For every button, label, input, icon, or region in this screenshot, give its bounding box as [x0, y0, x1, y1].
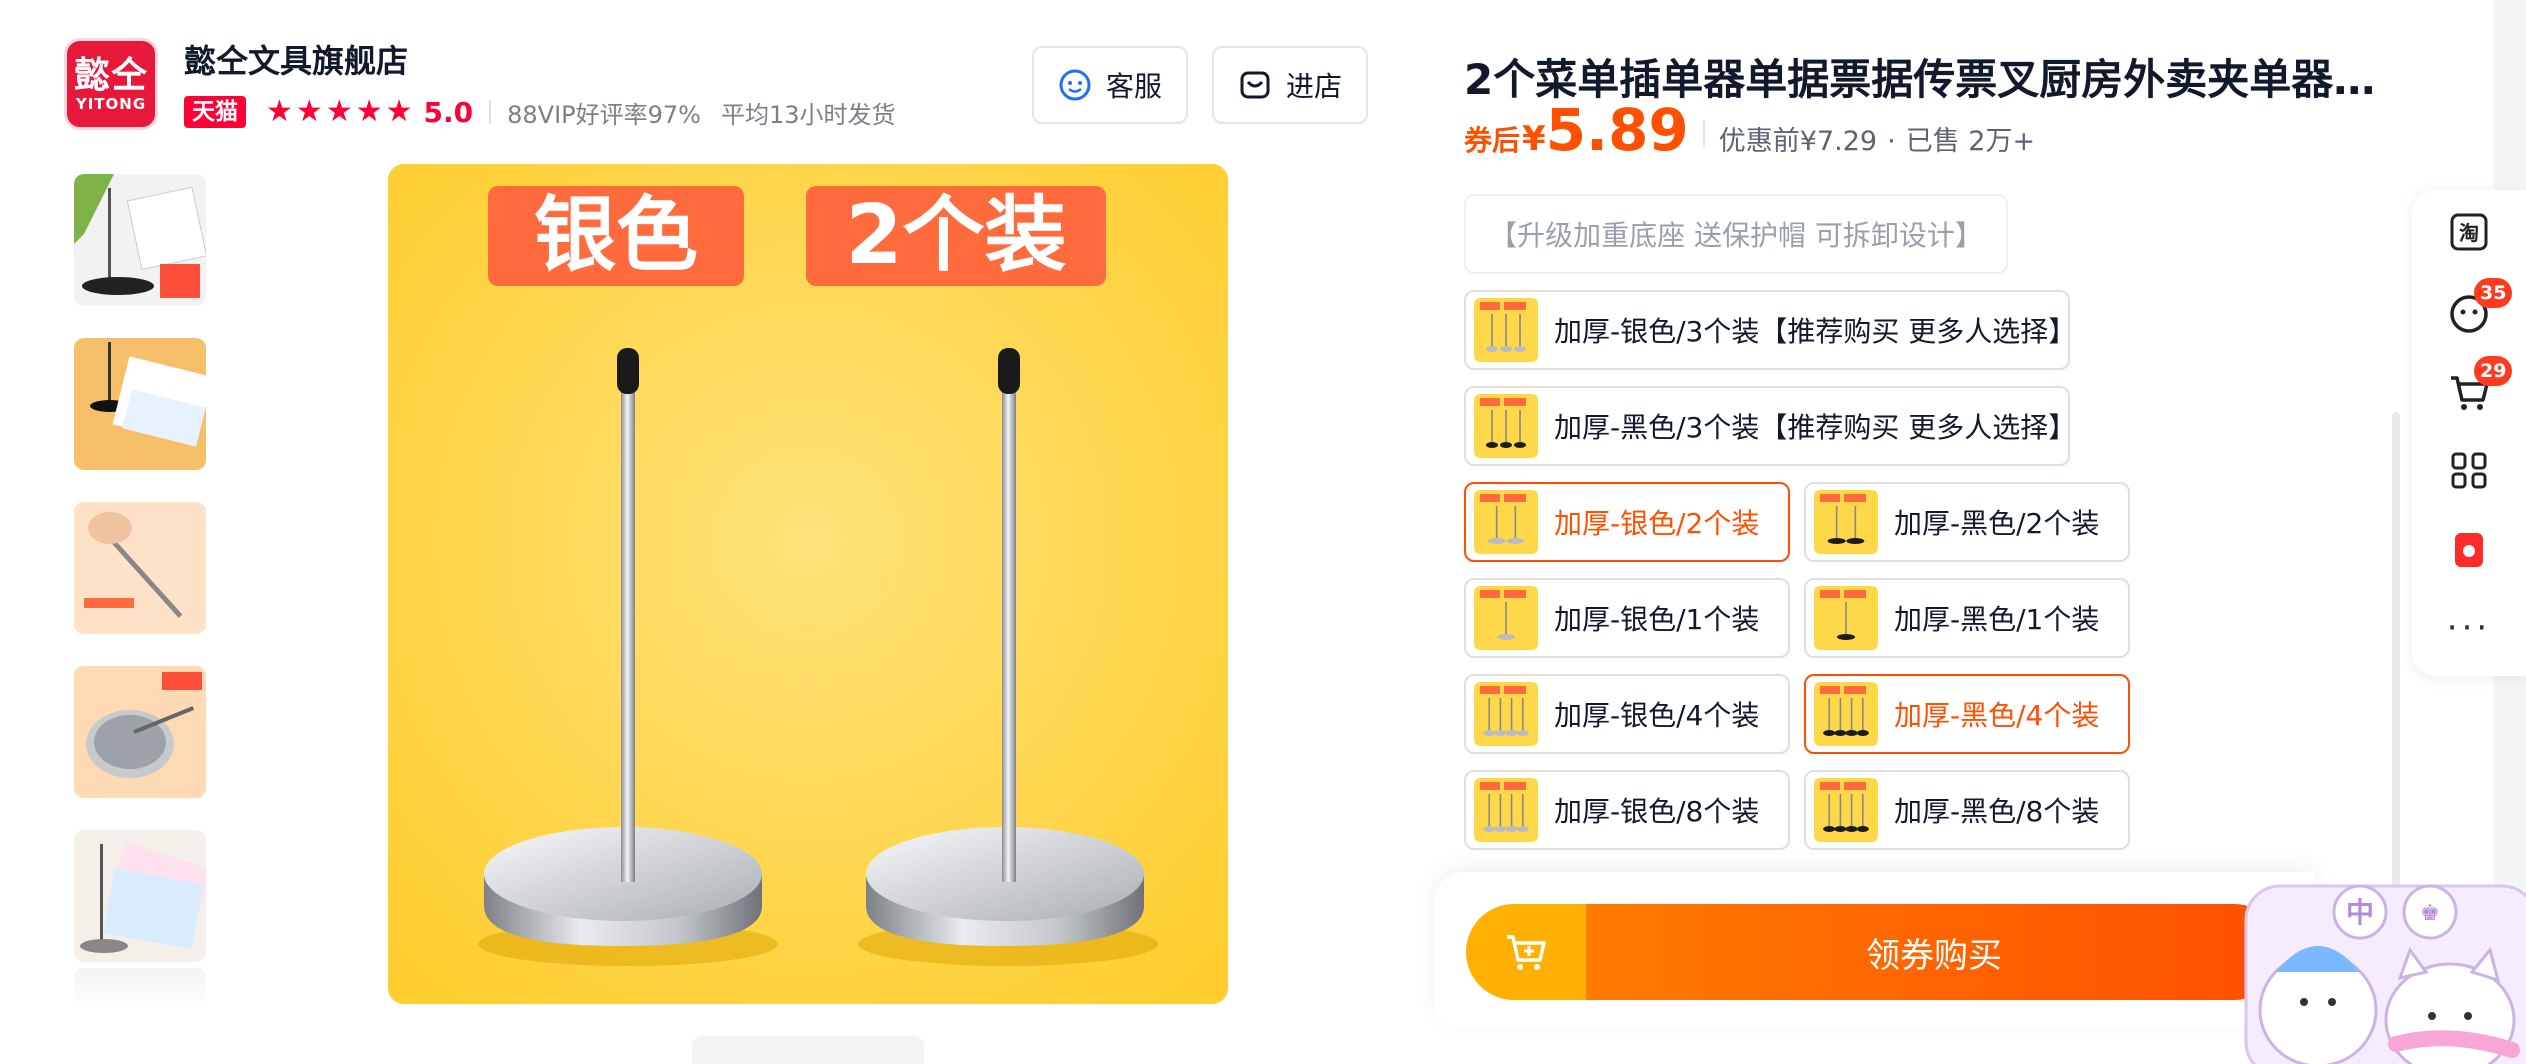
- sku-option-thumbnail: [1814, 778, 1878, 842]
- thumbnail-scroll-fade: [74, 968, 206, 1008]
- meta-divider: [489, 100, 492, 124]
- store-logo[interactable]: 懿仝 YITONG: [64, 38, 158, 130]
- sku-option[interactable]: 加厚-黑色/3个装【推荐购买 更多人选择】: [1464, 386, 2076, 466]
- store-logo-subtitle: YITONG: [75, 95, 147, 113]
- sidebar-more[interactable]: ···: [2412, 598, 2526, 658]
- apps-grid-icon: [2451, 452, 2487, 489]
- star-icon: ★: [266, 94, 293, 129]
- sku-option[interactable]: 加厚-银色/8个装: [1464, 770, 1790, 850]
- price-row: 券后 ¥ 5.89 优惠前¥7.29 · 已售 2万+: [1464, 96, 2035, 172]
- main-product-image[interactable]: 银色 2个装: [388, 164, 1228, 1004]
- thumbnail-image[interactable]: [74, 338, 206, 470]
- star-icon: ★: [325, 94, 353, 129]
- star-icon: ★: [295, 94, 323, 129]
- store-meta: 天猫 ★ ★ ★ ★ ★ 5.0 88VIP好评率97% 平均13小时发货: [184, 94, 896, 130]
- price-before-discount: 优惠前¥7.29: [1718, 126, 1878, 157]
- sidebar-red-packet[interactable]: [2412, 520, 2526, 580]
- image-tag-quantity: 2个装: [806, 186, 1106, 286]
- sku-option[interactable]: 加厚-黑色/1个装: [1804, 578, 2130, 658]
- cart-plus-icon: [1507, 935, 1546, 970]
- sidebar-cart[interactable]: 29: [2412, 356, 2526, 422]
- sidebar-taobao[interactable]: 淘: [2412, 202, 2526, 262]
- star-icon: ★: [385, 94, 413, 129]
- sku-option[interactable]: 加厚-银色/1个装: [1464, 578, 1790, 658]
- image-tag-color: 银色: [488, 186, 744, 286]
- store-rating: 5.0: [423, 95, 474, 129]
- thumbnail-image[interactable]: [74, 502, 206, 634]
- product-photo: [388, 164, 1228, 1004]
- more-icon: ···: [2446, 608, 2492, 648]
- svg-text:中: 中: [2346, 896, 2374, 929]
- sku-option[interactable]: 加厚-银色/3个装【推荐购买 更多人选择】: [1464, 290, 2076, 370]
- add-to-cart-button[interactable]: [1466, 904, 1586, 1000]
- shop-icon: [1238, 68, 1272, 102]
- thumbnail-image[interactable]: [74, 830, 206, 962]
- ship-time: 平均13小时发货: [721, 100, 896, 129]
- buy-bar: 领券购买: [1466, 904, 2282, 1000]
- sku-option-label: 加厚-黑色/3个装【推荐购买 更多人选择】: [1554, 411, 2077, 444]
- sku-option-thumbnail: [1474, 586, 1538, 650]
- sku-option[interactable]: 加厚-黑色/2个装: [1804, 482, 2130, 562]
- enter-shop-label: 进店: [1285, 70, 1342, 103]
- dot-separator: ·: [1887, 126, 1896, 157]
- svg-text:淘: 淘: [2459, 221, 2479, 245]
- chat-face-icon: [1058, 68, 1092, 102]
- promo-option[interactable]: 【升级加重底座 送保护帽 可拆卸设计】: [1464, 194, 2008, 274]
- image-pager[interactable]: [692, 1036, 924, 1064]
- sku-option[interactable]: 加厚-黑色/4个装: [1804, 674, 2130, 754]
- thumbnail-image[interactable]: [74, 174, 206, 306]
- sku-option[interactable]: 加厚-黑色/8个装: [1804, 770, 2130, 850]
- star-icon: ★: [355, 94, 383, 129]
- sku-option-thumbnail: [1474, 394, 1538, 458]
- store-logo-glyph: 懿仝: [73, 54, 148, 96]
- red-packet-icon: [2455, 533, 2483, 567]
- sku-option[interactable]: 加厚-银色/2个装: [1464, 482, 1790, 562]
- price-currency: ¥: [1522, 119, 1546, 159]
- sku-option-thumbnail: [1474, 490, 1538, 554]
- sku-option-thumbnail: [1814, 490, 1878, 554]
- rating-stars: ★ ★ ★ ★ ★: [266, 96, 416, 128]
- sku-option-label: 加厚-黑色/2个装: [1894, 507, 2100, 540]
- price-divider: [1702, 120, 1705, 148]
- sold-count: 已售 2万+: [1905, 126, 2036, 157]
- sidebar-apps[interactable]: [2412, 440, 2526, 500]
- sku-option-label: 加厚-黑色/4个装: [1894, 699, 2100, 732]
- sku-option-thumbnail: [1474, 682, 1538, 746]
- sku-option-label: 加厚-银色/8个装: [1554, 795, 1760, 828]
- message-count-badge: 35: [2474, 278, 2513, 308]
- vip-rate: 88VIP好评率97%: [507, 100, 701, 129]
- sidebar-messages[interactable]: 35: [2412, 278, 2526, 344]
- price-value: 5.89: [1545, 96, 1689, 164]
- svg-text:♚: ♚: [2420, 901, 2440, 926]
- promo-mascot-sticker[interactable]: 中 ♚: [2240, 860, 2526, 1064]
- cart-count-badge: 29: [2474, 356, 2513, 386]
- customer-service-button[interactable]: 客服: [1032, 46, 1188, 124]
- enter-shop-button[interactable]: 进店: [1212, 46, 1368, 124]
- sku-option-label: 加厚-银色/3个装【推荐购买 更多人选择】: [1554, 315, 2077, 348]
- sku-option[interactable]: 加厚-银色/4个装: [1464, 674, 1790, 754]
- taobao-icon: 淘: [2450, 213, 2488, 251]
- thumbnail-image[interactable]: [74, 666, 206, 798]
- sku-option-thumbnail: [1814, 682, 1878, 746]
- customer-service-label: 客服: [1105, 70, 1162, 103]
- sku-option-label: 加厚-银色/1个装: [1554, 603, 1760, 636]
- sku-option-thumbnail: [1814, 586, 1878, 650]
- tmall-badge: 天猫: [184, 96, 246, 128]
- sku-option-label: 加厚-黑色/8个装: [1894, 795, 2100, 828]
- floating-sidebar: 淘 35 29 ···: [2412, 190, 2526, 676]
- price-label: 券后: [1464, 124, 1521, 157]
- store-name[interactable]: 懿仝文具旗舰店: [184, 36, 408, 82]
- sku-option-thumbnail: [1474, 298, 1538, 362]
- sku-option-thumbnail: [1474, 778, 1538, 842]
- coupon-buy-button[interactable]: 领券购买: [1586, 904, 2282, 1000]
- snowman-cat-mascot: 中 ♚: [2244, 884, 2526, 1064]
- sku-option-label: 加厚-黑色/1个装: [1894, 603, 2100, 636]
- sku-option-label: 加厚-银色/2个装: [1554, 507, 1760, 540]
- sku-option-label: 加厚-银色/4个装: [1554, 699, 1760, 732]
